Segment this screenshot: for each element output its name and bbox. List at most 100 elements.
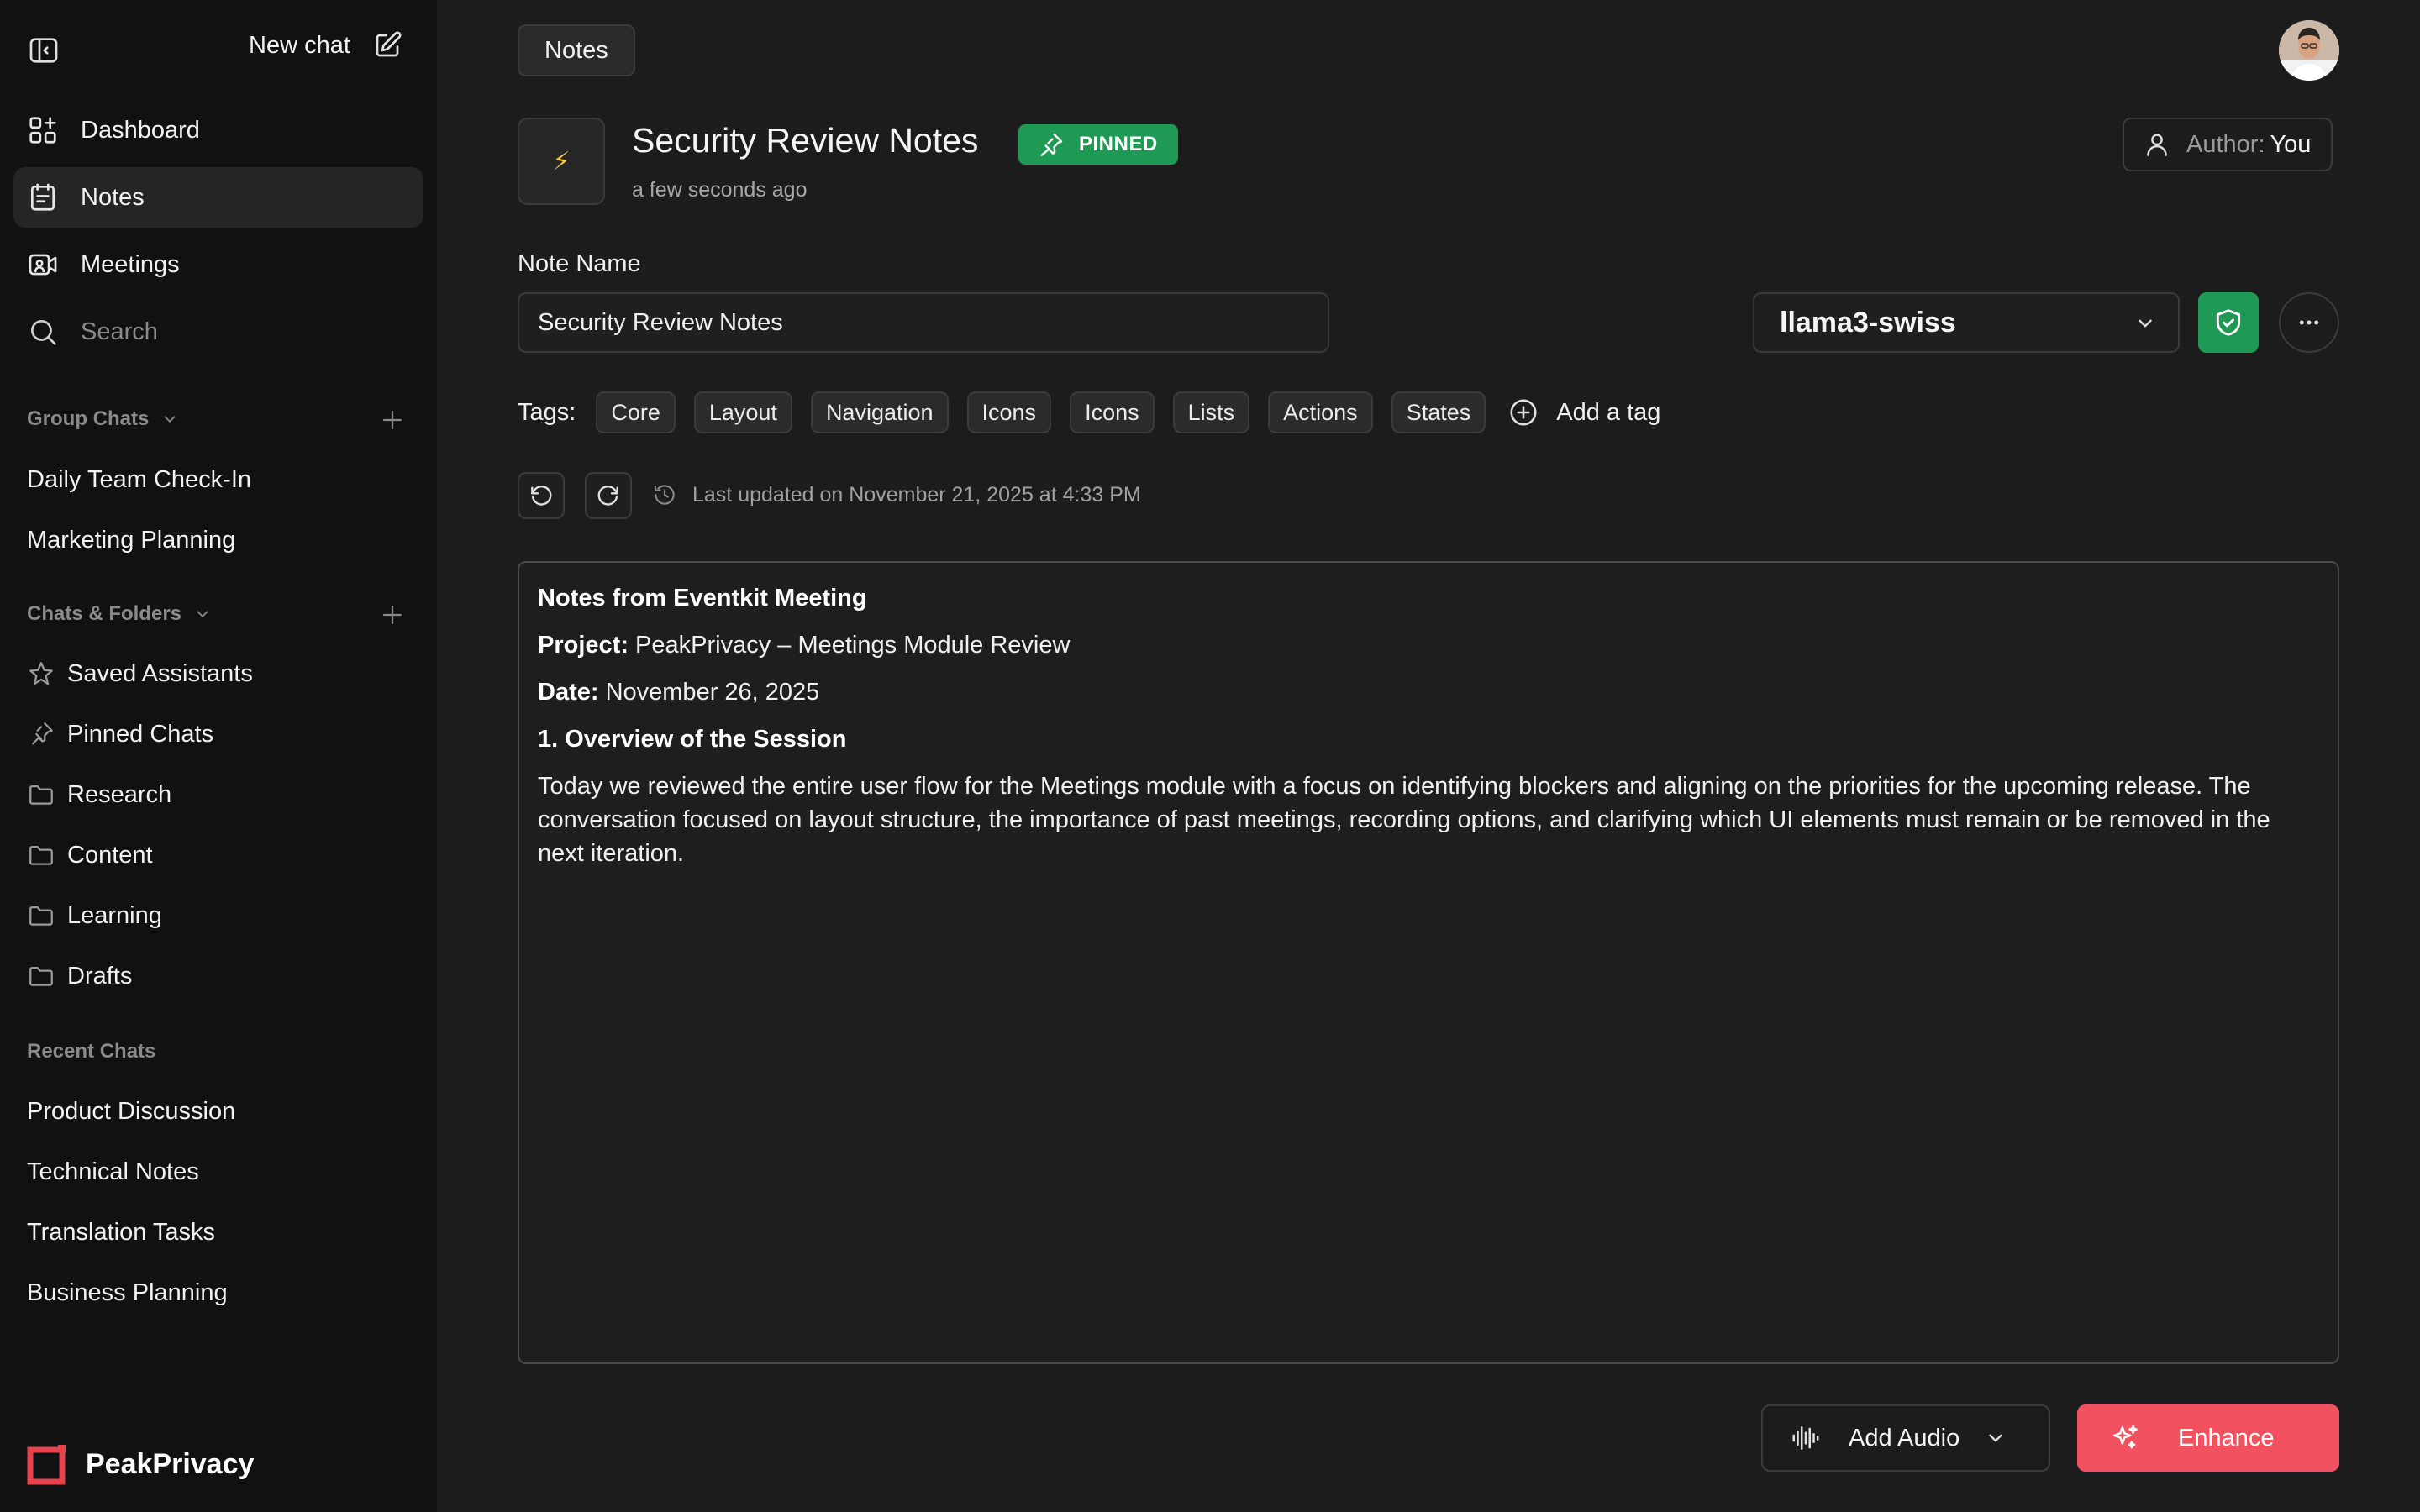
- folder-item-learning[interactable]: Learning: [27, 901, 162, 930]
- add-tag-label: Add a tag: [1556, 398, 1661, 426]
- enhance-button[interactable]: Enhance: [2077, 1404, 2339, 1472]
- folder-icon: [27, 841, 55, 869]
- add-audio-label: Add Audio: [1849, 1424, 1960, 1452]
- folder-item-content[interactable]: Content: [27, 841, 153, 869]
- last-updated-text: Last updated on November 21, 2025 at 4:3…: [692, 482, 1141, 507]
- note-name-field[interactable]: [518, 292, 1329, 353]
- breadcrumb[interactable]: Notes: [518, 24, 635, 76]
- tag-chip[interactable]: Actions: [1268, 391, 1373, 433]
- tag-chip[interactable]: Icons: [966, 391, 1052, 433]
- sidebar-item-label: Search: [81, 318, 158, 345]
- page-title: Security Review Notes: [632, 121, 979, 160]
- tag-chip[interactable]: Core: [596, 391, 676, 433]
- pinned-badge[interactable]: PINNED: [1018, 124, 1178, 165]
- add-folder-icon[interactable]: [380, 602, 405, 627]
- model-value: llama3-swiss: [1780, 306, 1956, 339]
- last-updated: Last updated on November 21, 2025 at 4:3…: [652, 482, 1141, 507]
- main-content: Notes ⚡ Security Review Notes PINNED a f…: [437, 0, 2420, 1512]
- pin-icon: [1037, 130, 1065, 159]
- project-key: Project:: [538, 632, 629, 659]
- folder-icon: [27, 780, 55, 809]
- tag-chip[interactable]: Layout: [693, 391, 792, 433]
- section-title: Recent Chats: [27, 1040, 156, 1063]
- tag-chip[interactable]: Icons: [1070, 391, 1155, 433]
- group-chat-item[interactable]: Marketing Planning: [27, 527, 235, 554]
- group-chats-header[interactable]: Group Chats: [27, 407, 179, 431]
- group-chat-item[interactable]: Daily Team Check-In: [27, 466, 251, 494]
- add-tag-button[interactable]: Add a tag: [1507, 396, 1660, 428]
- note-editor[interactable]: Notes from Eventkit Meeting Project: Pea…: [518, 561, 2339, 1364]
- sparkles-icon: [2109, 1422, 2141, 1454]
- note-project-line: Project: PeakPrivacy – Meetings Module R…: [538, 628, 2319, 662]
- tag-chip[interactable]: States: [1391, 391, 1486, 433]
- search-icon: [27, 316, 59, 348]
- sidebar-item-search[interactable]: Search: [13, 302, 424, 362]
- brand-name: PeakPrivacy: [86, 1447, 255, 1480]
- add-audio-button[interactable]: Add Audio: [1761, 1404, 2050, 1472]
- star-icon: [27, 659, 55, 688]
- note-name-label: Note Name: [518, 250, 641, 277]
- date-key: Date:: [538, 679, 599, 706]
- meetings-icon: [27, 249, 59, 281]
- chevron-down-icon: [2134, 312, 2156, 334]
- add-group-chat-icon[interactable]: [380, 407, 405, 433]
- folder-label: Saved Assistants: [67, 659, 253, 687]
- notes-icon: [27, 181, 59, 213]
- clock-icon: [654, 485, 675, 505]
- undo-button[interactable]: [518, 472, 565, 519]
- new-chat-button[interactable]: New chat: [249, 30, 402, 60]
- project-value: PeakPrivacy – Meetings Module Review: [635, 632, 1071, 659]
- folder-item-research[interactable]: Research: [27, 780, 171, 809]
- folder-label: Content: [67, 841, 153, 869]
- pin-icon: [27, 720, 55, 748]
- recent-chat-item[interactable]: Business Planning: [27, 1279, 228, 1307]
- folder-label: Drafts: [67, 962, 133, 990]
- dashboard-icon: [27, 114, 59, 146]
- pinned-chats-item[interactable]: Pinned Chats: [27, 720, 213, 748]
- tag-chip[interactable]: Lists: [1172, 391, 1250, 433]
- recent-chat-item[interactable]: Translation Tasks: [27, 1219, 215, 1247]
- lightning-icon: ⚡: [552, 147, 571, 176]
- new-chat-label: New chat: [249, 31, 350, 59]
- author-value: You: [2270, 130, 2312, 158]
- tags-label: Tags:: [518, 398, 576, 426]
- author-key: Author:: [2186, 130, 2265, 158]
- chevron-down-icon: [193, 605, 212, 623]
- chats-folders-header[interactable]: Chats & Folders: [27, 602, 212, 626]
- author-badge[interactable]: Author: You: [2123, 118, 2333, 171]
- note-paragraph: Today we reviewed the entire user flow f…: [538, 773, 2270, 867]
- chevron-down-icon: [160, 410, 179, 428]
- sidebar-item-label: Meetings: [81, 250, 180, 278]
- folder-icon: [27, 962, 55, 990]
- date-value: November 26, 2025: [605, 679, 820, 706]
- note-heading: Notes from Eventkit Meeting: [538, 585, 867, 612]
- folder-label: Research: [67, 780, 172, 808]
- note-emoji-icon[interactable]: ⚡: [518, 118, 605, 205]
- section-title: Chats & Folders: [27, 602, 182, 625]
- sidebar-item-dashboard[interactable]: Dashboard: [13, 100, 424, 160]
- tags-row: Tags: Core Layout Navigation Icons Icons…: [518, 391, 1660, 433]
- section-title: Group Chats: [27, 407, 150, 430]
- more-horizontal-icon: [2296, 310, 2322, 335]
- tag-chip[interactable]: Navigation: [810, 391, 949, 433]
- note-timestamp: a few seconds ago: [632, 178, 808, 202]
- note-section-heading: 1. Overview of the Session: [538, 726, 847, 753]
- sidebar-item-label: Dashboard: [81, 116, 200, 144]
- saved-assistants-item[interactable]: Saved Assistants: [27, 659, 253, 688]
- sidebar-item-notes[interactable]: Notes: [13, 167, 424, 228]
- recent-chats-header: Recent Chats: [27, 1040, 155, 1063]
- recent-chat-item[interactable]: Product Discussion: [27, 1098, 235, 1126]
- privacy-shield-button[interactable]: [2198, 292, 2259, 353]
- avatar[interactable]: [2279, 20, 2339, 81]
- folder-item-drafts[interactable]: Drafts: [27, 962, 132, 990]
- folder-label: Pinned Chats: [67, 720, 214, 748]
- model-select[interactable]: llama3-swiss: [1753, 292, 2180, 353]
- more-options-button[interactable]: [2279, 292, 2339, 353]
- redo-button[interactable]: [585, 472, 632, 519]
- user-icon: [2143, 130, 2171, 159]
- sidebar-toggle-icon[interactable]: [27, 34, 60, 67]
- recent-chat-item[interactable]: Technical Notes: [27, 1158, 199, 1186]
- brand: PeakPrivacy: [27, 1443, 254, 1485]
- sidebar-item-meetings[interactable]: Meetings: [13, 234, 424, 295]
- plus-circle-icon: [1510, 399, 1537, 426]
